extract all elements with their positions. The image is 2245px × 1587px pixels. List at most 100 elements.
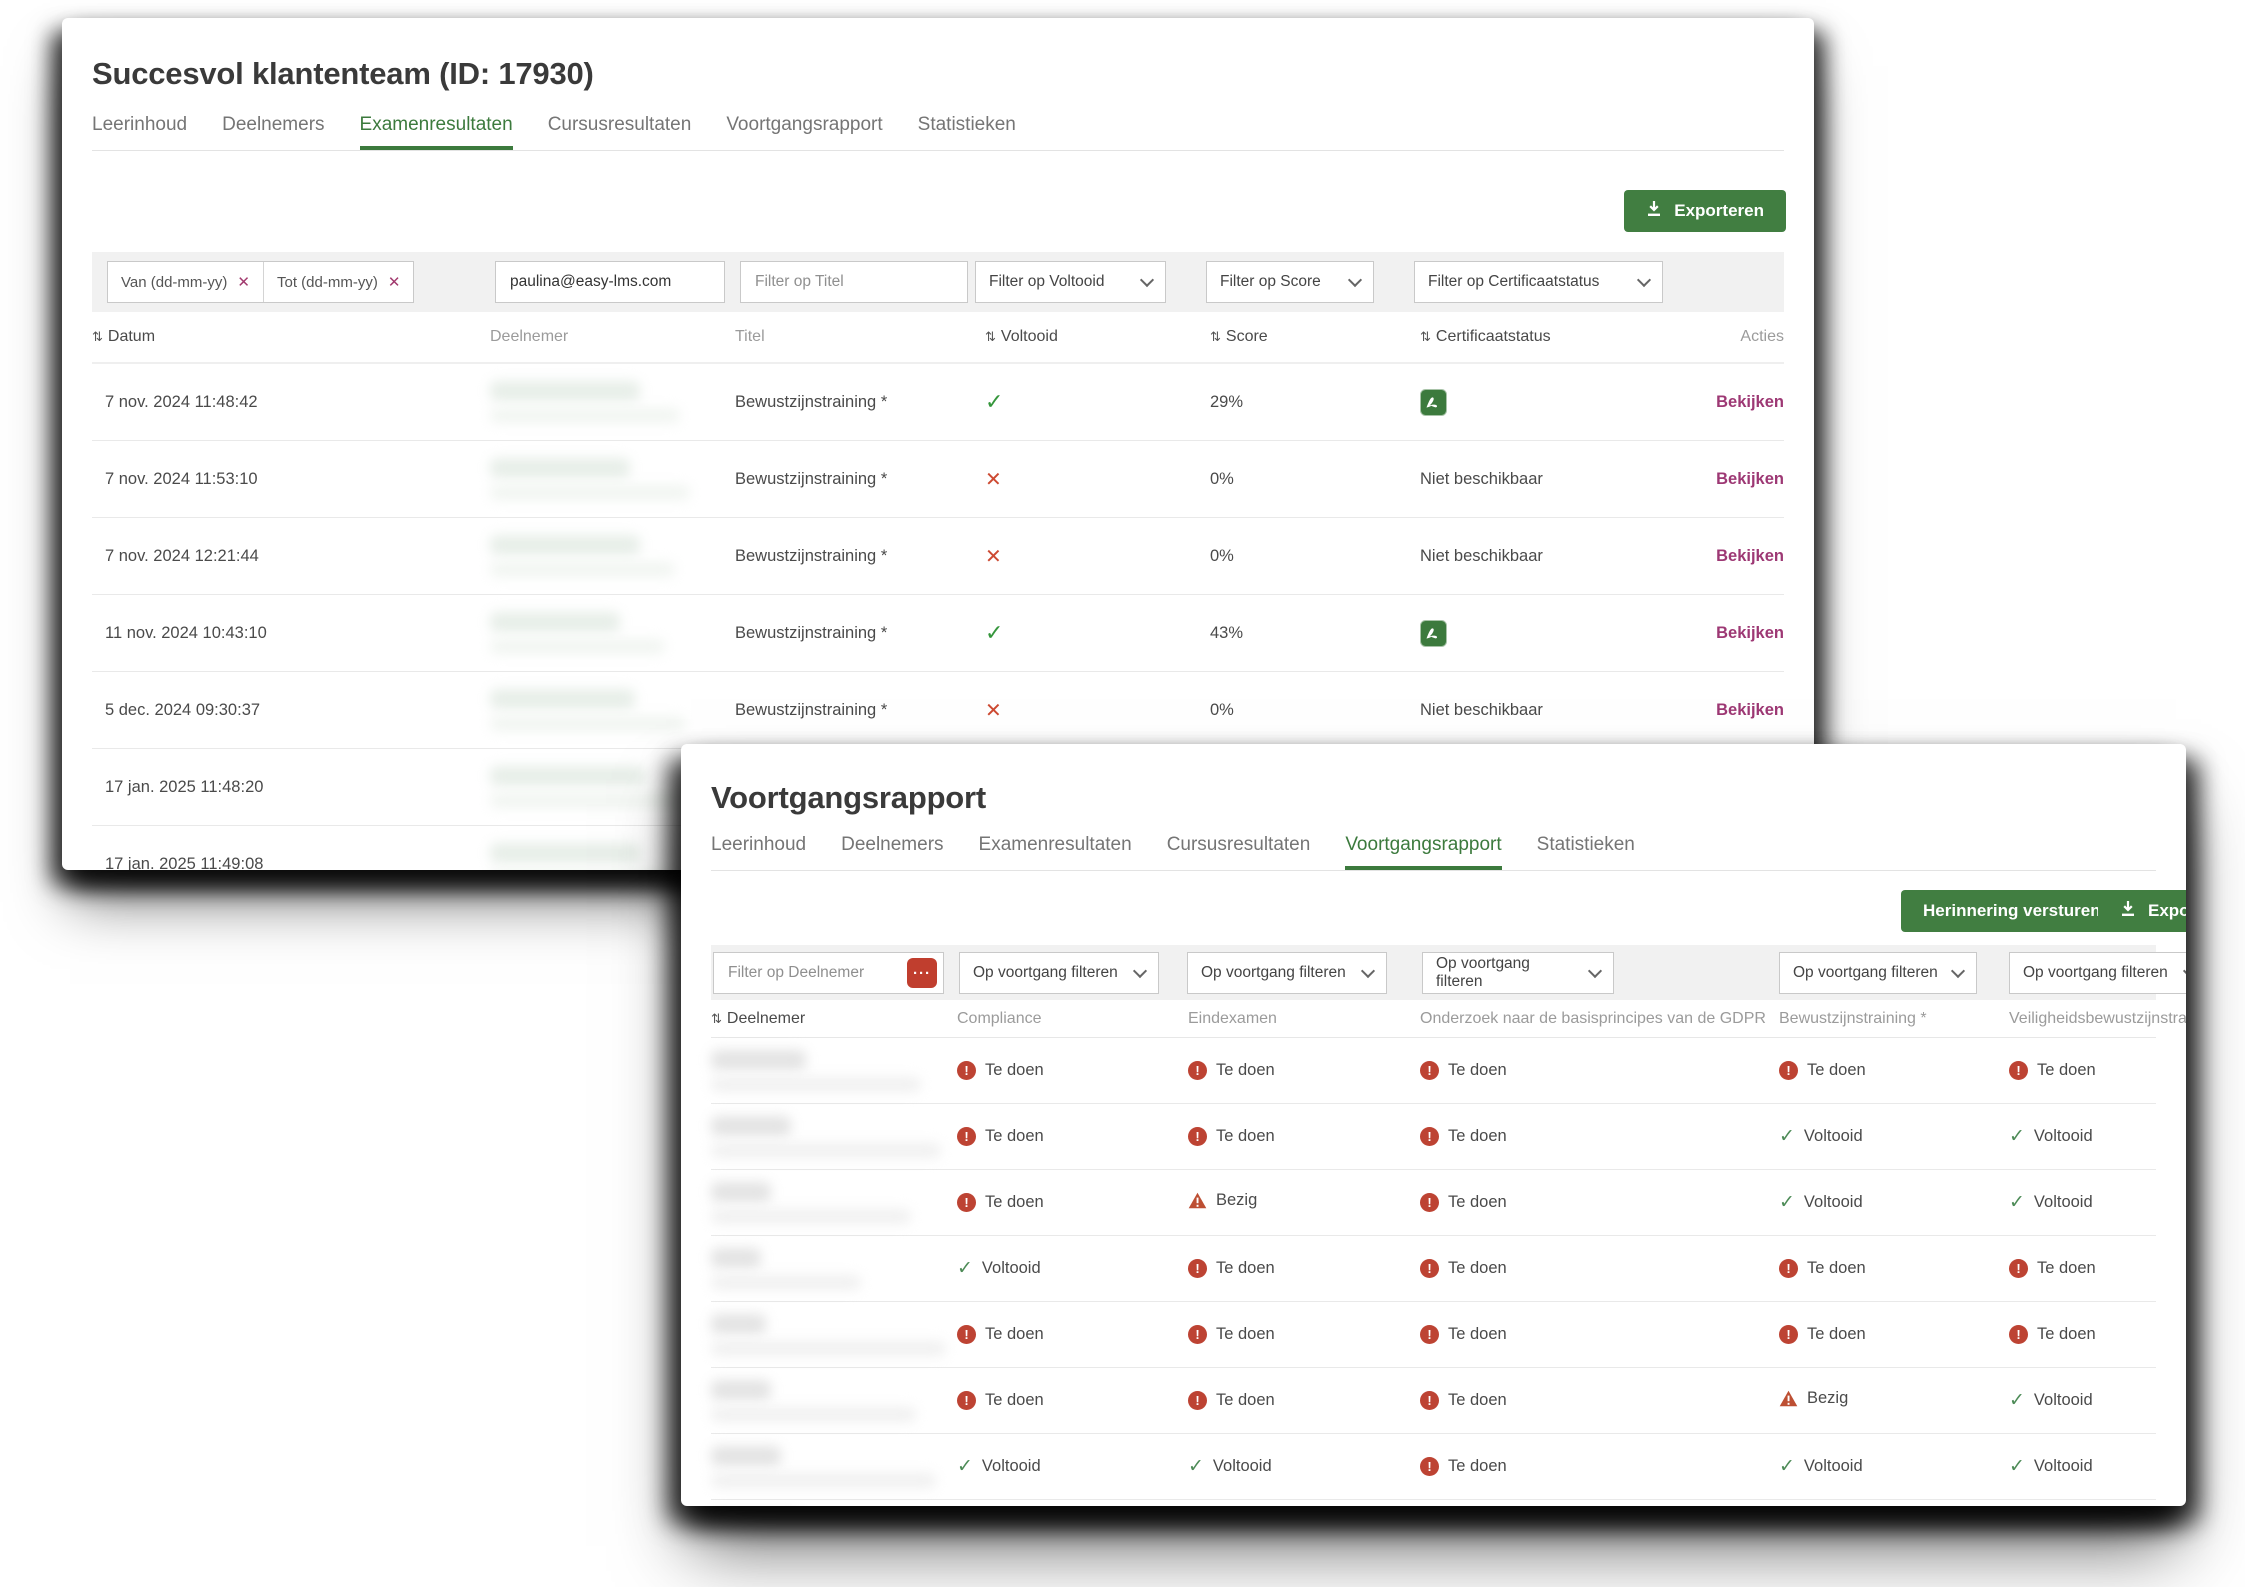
done-check-icon: ✓ xyxy=(1779,1455,1795,1478)
column-header-voltooid[interactable]: ⇅Voltooid xyxy=(985,312,1210,363)
datum-cell: 17 jan. 2025 11:48:20 xyxy=(92,749,490,826)
bekijken-link[interactable]: Bekijken xyxy=(1716,547,1784,565)
participant-filter-input[interactable] xyxy=(508,272,712,292)
table-row: 5 dec. 2024 09:30:37Bewustzijnstraining … xyxy=(92,672,1784,749)
tab-voortgangsrapport[interactable]: Voortgangsrapport xyxy=(1345,834,1501,870)
status-badge: !Te doen xyxy=(1188,1391,1275,1410)
datum-cell: 17 jan. 2025 11:49:08 xyxy=(92,826,490,871)
date-from-filter[interactable]: Van (dd-mm-yy) ✕ xyxy=(108,262,263,302)
table-row: !Te doen!Te doen!Te doenBezig✓Voltooid xyxy=(711,1368,2156,1434)
status-cell: ✓Voltooid xyxy=(1188,1434,1420,1500)
voltooid-cell: ✓ xyxy=(985,595,1210,672)
status-badge: ✓Voltooid xyxy=(957,1257,1041,1280)
deelnemer-cell xyxy=(711,1368,957,1434)
status-badge: ✓Voltooid xyxy=(1779,1455,1863,1478)
deelnemer-cell xyxy=(711,1038,957,1104)
done-check-icon: ✓ xyxy=(2009,1125,2025,1148)
deelnemer-cell xyxy=(711,1302,957,1368)
chevron-down-icon xyxy=(1951,964,1965,978)
todo-icon: ! xyxy=(1420,1325,1439,1344)
busy-warning-icon xyxy=(1779,1390,1798,1407)
completed-filter-select[interactable]: Filter op Voltooid xyxy=(975,261,1166,303)
deelnemer-cell xyxy=(711,1500,957,1507)
voltooid-cell: ✕ xyxy=(985,672,1210,749)
tab-leerinhoud[interactable]: Leerinhoud xyxy=(92,114,187,150)
todo-icon: ! xyxy=(2009,1259,2028,1278)
participant-filter-input[interactable] xyxy=(726,963,899,983)
tab-examenresultaten[interactable]: Examenresultaten xyxy=(979,834,1132,870)
tab-examenresultaten[interactable]: Examenresultaten xyxy=(360,114,513,150)
participant-name-blurred xyxy=(711,1314,957,1356)
pdf-certificate-icon[interactable] xyxy=(1420,389,1447,416)
status-cell: !Te doen xyxy=(1779,1236,2009,1302)
acties-cell: Bekijken xyxy=(1700,518,1784,595)
score-cell: 0% xyxy=(1210,672,1420,749)
column-header-acties: Acties xyxy=(1700,312,1784,363)
todo-icon: ! xyxy=(2009,1325,2028,1344)
todo-icon: ! xyxy=(1420,1193,1439,1212)
bekijken-link[interactable]: Bekijken xyxy=(1716,470,1784,488)
status-badge: !Te doen xyxy=(1420,1325,1507,1344)
todo-icon: ! xyxy=(1779,1325,1798,1344)
todo-icon: ! xyxy=(1188,1061,1207,1080)
progress-filter-select[interactable]: Op voortgang filteren xyxy=(1422,952,1614,994)
sort-icon: ⇅ xyxy=(1210,330,1221,345)
column-header-certificaatstatus[interactable]: ⇅Certificaatstatus xyxy=(1420,312,1700,363)
column-header-deelnemer[interactable]: ⇅Deelnemer xyxy=(711,1000,957,1038)
progress-filter-select[interactable]: Op voortgang filteren xyxy=(959,952,1159,994)
autofill-dots-icon[interactable]: ··· xyxy=(907,958,937,988)
certificaatstatus-cell xyxy=(1420,595,1700,672)
send-reminder-button[interactable]: Herinnering versturen xyxy=(1901,890,2123,932)
titel-cell: Bewustzijnstraining * xyxy=(735,595,985,672)
tab-cursusresultaten[interactable]: Cursusresultaten xyxy=(548,114,692,150)
export-button[interactable]: Exporteren xyxy=(2098,890,2186,932)
table-row: ✓Voltooid✓Voltooid!Te doen✓Voltooid✓Volt… xyxy=(711,1434,2156,1500)
certificate-status-text: Niet beschikbaar xyxy=(1420,547,1543,565)
deelnemer-cell xyxy=(490,363,735,441)
progress-filter-select[interactable]: Op voortgang filteren xyxy=(1187,952,1387,994)
tab-statistieken[interactable]: Statistieken xyxy=(1537,834,1635,870)
bekijken-link[interactable]: Bekijken xyxy=(1716,393,1784,411)
tab-statistieken[interactable]: Statistieken xyxy=(918,114,1016,150)
tab-leerinhoud[interactable]: Leerinhoud xyxy=(711,834,806,870)
status-badge: !Te doen xyxy=(1420,1457,1507,1476)
not-completed-x-icon: ✕ xyxy=(985,546,1002,568)
status-badge: !Te doen xyxy=(1779,1061,1866,1080)
pdf-certificate-icon[interactable] xyxy=(1420,620,1447,647)
clear-date-from-icon[interactable]: ✕ xyxy=(237,273,250,291)
sort-icon: ⇅ xyxy=(985,330,996,345)
participant-name-blurred xyxy=(490,612,735,654)
column-header-score[interactable]: ⇅Score xyxy=(1210,312,1420,363)
status-badge: !Te doen xyxy=(1420,1061,1507,1080)
deelnemer-cell xyxy=(490,595,735,672)
certificate-filter-select[interactable]: Filter op Certificaatstatus xyxy=(1414,261,1663,303)
bekijken-link[interactable]: Bekijken xyxy=(1716,624,1784,642)
todo-icon: ! xyxy=(1779,1259,1798,1278)
clear-date-to-icon[interactable]: ✕ xyxy=(388,273,401,291)
export-button[interactable]: Exporteren xyxy=(1624,190,1786,232)
deelnemer-cell xyxy=(490,672,735,749)
status-cell: Bezig xyxy=(1779,1368,2009,1434)
status-cell: ✓Voltooid xyxy=(957,1236,1188,1302)
progress-filter-select[interactable]: Op voortgang filteren xyxy=(1779,952,1977,994)
participant-name-blurred xyxy=(711,1380,957,1422)
sort-icon: ⇅ xyxy=(1420,330,1431,345)
title-filter-input[interactable] xyxy=(753,272,955,292)
tab-cursusresultaten[interactable]: Cursusresultaten xyxy=(1167,834,1311,870)
bekijken-link[interactable]: Bekijken xyxy=(1716,701,1784,719)
score-filter-select[interactable]: Filter op Score xyxy=(1206,261,1374,303)
tab-deelnemers[interactable]: Deelnemers xyxy=(222,114,324,150)
status-cell xyxy=(957,1500,1188,1507)
column-header-datum[interactable]: ⇅Datum xyxy=(92,312,490,363)
voltooid-cell: ✕ xyxy=(985,441,1210,518)
done-check-icon: ✓ xyxy=(2009,1455,2025,1478)
progress-filter-select[interactable]: Op voortgang filteren xyxy=(2009,952,2186,994)
tab-deelnemers[interactable]: Deelnemers xyxy=(841,834,943,870)
status-badge: !Te doen xyxy=(1420,1391,1507,1410)
todo-icon: ! xyxy=(1420,1457,1439,1476)
column-header-onderzoek-naar-de-basisprincipes-van-de-gdpr: Onderzoek naar de basisprincipes van de … xyxy=(1420,1000,1779,1038)
status-badge: !Te doen xyxy=(1420,1127,1507,1146)
status-badge: !Te doen xyxy=(957,1391,1044,1410)
tab-voortgangsrapport[interactable]: Voortgangsrapport xyxy=(726,114,882,150)
date-to-filter[interactable]: Tot (dd-mm-yy) ✕ xyxy=(263,262,413,302)
